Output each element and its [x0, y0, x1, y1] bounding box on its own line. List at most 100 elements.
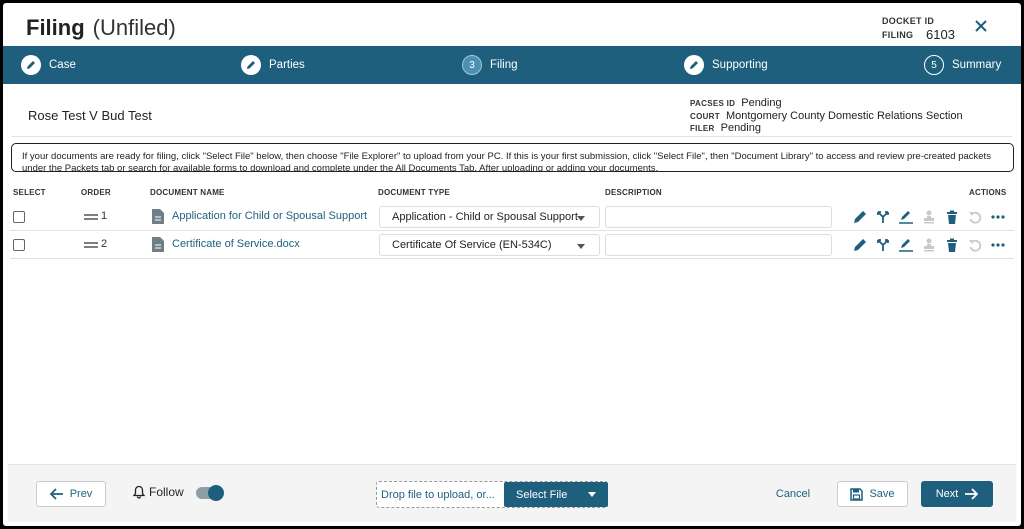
pencil-icon [21, 55, 41, 75]
pencil-icon [684, 55, 704, 75]
step-summary[interactable]: 5 Summary [924, 46, 1001, 84]
edit-icon[interactable] [852, 209, 868, 225]
instructions-notice: If your documents are ready for filing, … [11, 143, 1014, 172]
step-label: Supporting [712, 59, 768, 71]
file-drop-zone[interactable]: Drop file to upload, or... Select File [376, 481, 608, 508]
chevron-down-icon [577, 244, 585, 249]
stamp-icon [921, 209, 937, 225]
edit-icon[interactable] [852, 237, 868, 253]
filing-label: FILING [882, 30, 914, 40]
save-label: Save [869, 488, 895, 500]
follow-toggle-label: Follow [132, 485, 184, 499]
step-number: 5 [924, 55, 944, 75]
split-icon[interactable] [875, 237, 891, 253]
drag-handle-icon[interactable] [84, 213, 98, 221]
document-type-select[interactable]: Certificate Of Service (EN-534C) [379, 234, 600, 256]
stamp-icon [921, 237, 937, 253]
prev-button[interactable]: Prev [36, 481, 106, 507]
col-document-type: DOCUMENT TYPE [378, 188, 450, 197]
close-icon[interactable] [973, 18, 989, 34]
arrow-left-icon [49, 488, 63, 500]
document-icon [152, 209, 164, 224]
undo-icon [967, 237, 983, 253]
document-type-value: Application - Child or Spousal Support [392, 211, 578, 223]
step-label: Summary [952, 59, 1002, 71]
step-case[interactable]: Case [21, 46, 76, 84]
title-text: Filing [26, 15, 85, 40]
save-button[interactable]: Save [837, 481, 908, 507]
cancel-button[interactable]: Cancel [758, 481, 828, 507]
undo-icon [967, 209, 983, 225]
step-filing[interactable]: 3 Filing [462, 46, 517, 84]
more-icon[interactable] [990, 237, 1006, 253]
more-icon[interactable] [990, 209, 1006, 225]
filer-label: FILER [690, 124, 715, 133]
step-label: Parties [269, 59, 305, 71]
docket-id-label: DOCKET ID [882, 16, 935, 26]
save-icon [850, 487, 864, 501]
step-label: Filing [490, 59, 518, 71]
title-status: (Unfiled) [92, 15, 176, 40]
dialog-header: Filing (Unfiled) DOCKET ID FILING 6103 [3, 3, 1021, 46]
wizard-steps: Case Parties 3 Filing Supporting 5 Summa… [3, 46, 1021, 84]
step-supporting[interactable]: Supporting [684, 46, 768, 84]
select-file-button[interactable]: Select File [504, 482, 608, 507]
court-value: Montgomery County Domestic Relations Sec… [725, 110, 963, 122]
delete-icon[interactable] [944, 237, 960, 253]
document-icon [152, 237, 164, 252]
filer: FILER Pending [690, 122, 761, 134]
col-select: SELECT [13, 188, 46, 197]
pacses-id-label: PACSES ID [690, 99, 736, 108]
table-row: 2 Certificate of Service.docx Certificat… [10, 231, 1014, 259]
step-number: 3 [462, 55, 482, 75]
court-label: COURT [690, 112, 720, 121]
follow-toggle[interactable] [196, 485, 224, 501]
chevron-down-icon [577, 216, 585, 221]
prev-label: Prev [69, 488, 93, 500]
select-checkbox[interactable] [13, 211, 25, 223]
document-type-select[interactable]: Application - Child or Spousal Support [379, 206, 600, 228]
bell-icon [132, 485, 146, 499]
description-input[interactable] [605, 206, 832, 228]
delete-icon[interactable] [944, 209, 960, 225]
split-icon[interactable] [875, 209, 891, 225]
footer-bar: Prev Follow Drop file to upload, or... S… [8, 464, 1016, 522]
filing-value: 6103 [926, 27, 955, 42]
pacses-id: PACSES ID Pending [690, 97, 782, 109]
pacses-id-value: Pending [741, 97, 782, 109]
filing-dialog: Filing (Unfiled) DOCKET ID FILING 6103 Ca… [3, 3, 1021, 526]
col-description: DESCRIPTION [605, 188, 662, 197]
drop-text: Drop file to upload, or... [381, 489, 495, 501]
order-number: 2 [101, 238, 108, 250]
signature-icon[interactable] [898, 237, 914, 253]
table-row: 1 Application for Child or Spousal Suppo… [10, 203, 1014, 231]
step-label: Case [49, 59, 76, 71]
follow-label: Follow [149, 485, 184, 499]
case-info: Rose Test V Bud Test PACSES ID Pending CO… [12, 91, 1012, 137]
signature-icon[interactable] [898, 209, 914, 225]
row-actions [852, 209, 1006, 225]
case-name: Rose Test V Bud Test [28, 108, 152, 123]
page-title: Filing (Unfiled) [26, 15, 176, 41]
col-document-name: DOCUMENT NAME [150, 188, 225, 197]
document-type-value: Certificate Of Service (EN-534C) [392, 239, 552, 251]
document-link[interactable]: Application for Child or Spousal Support [172, 210, 372, 222]
select-file-label: Select File [516, 488, 568, 501]
next-button[interactable]: Next [921, 481, 993, 507]
arrow-right-icon [965, 488, 979, 500]
next-label: Next [935, 488, 959, 500]
court: COURT Montgomery County Domestic Relation… [690, 110, 963, 122]
document-link[interactable]: Certificate of Service.docx [172, 238, 372, 250]
pencil-icon [241, 55, 261, 75]
row-actions [852, 237, 1006, 253]
col-order: ORDER [81, 188, 111, 197]
chevron-down-icon [588, 492, 596, 497]
step-parties[interactable]: Parties [241, 46, 305, 84]
drag-handle-icon[interactable] [84, 241, 98, 249]
select-checkbox[interactable] [13, 239, 25, 251]
filer-value: Pending [720, 122, 761, 134]
order-number: 1 [101, 210, 108, 222]
col-actions: ACTIONS [969, 188, 1007, 197]
toggle-knob [208, 485, 224, 501]
description-input[interactable] [605, 234, 832, 256]
